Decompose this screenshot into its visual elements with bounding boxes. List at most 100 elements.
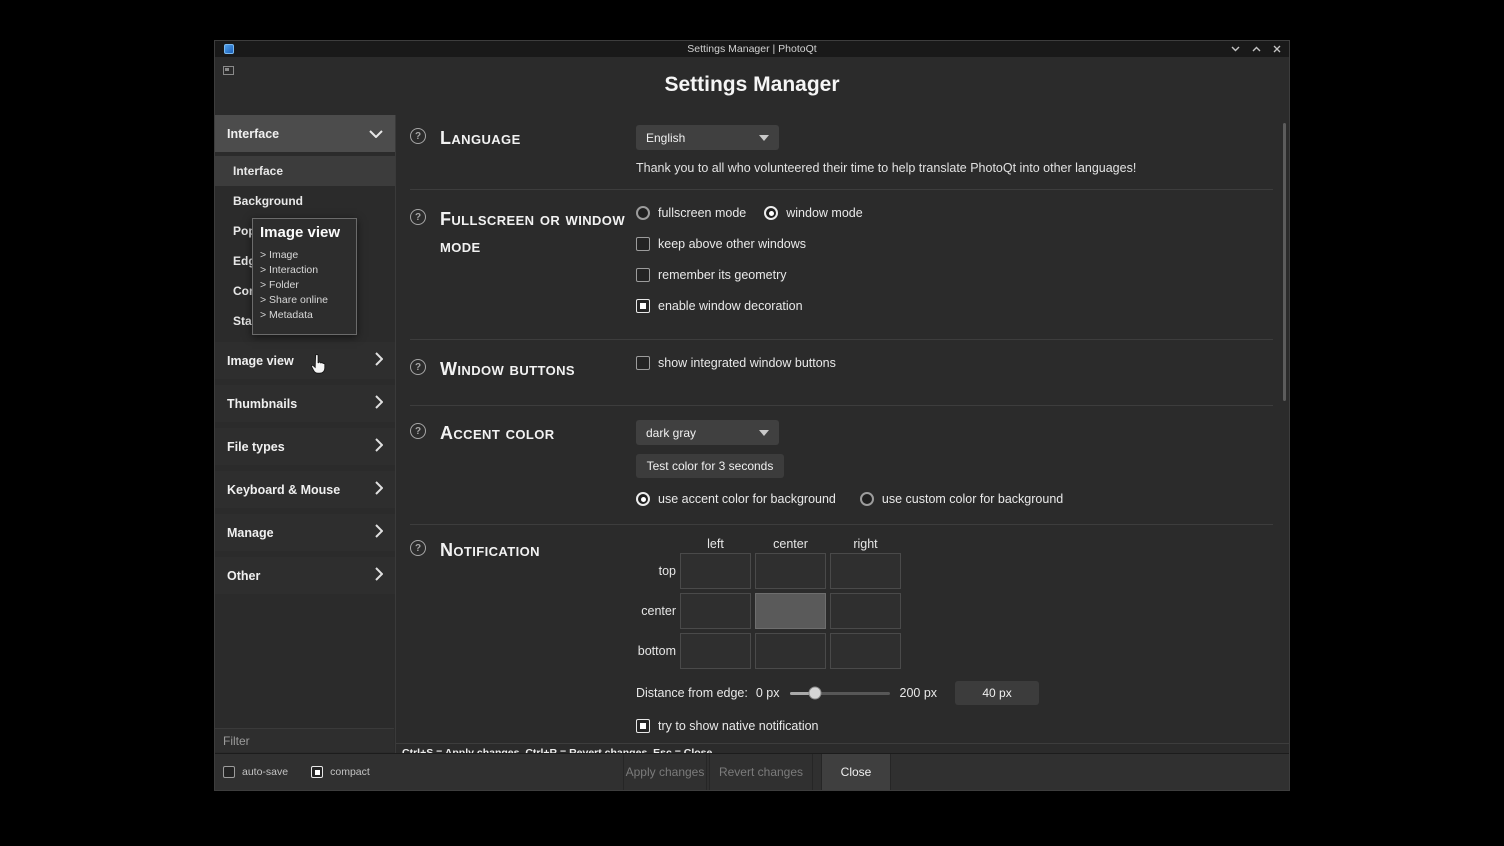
- notification-cell-center-center[interactable]: [755, 593, 826, 629]
- notification-cell-top-center[interactable]: [755, 553, 826, 589]
- scrollbar-thumb[interactable]: [1283, 123, 1286, 401]
- checkbox-icon: [636, 268, 650, 282]
- checkbox-icon: [311, 766, 323, 778]
- desktop: Settings Manager | PhotoQt Settings Mana…: [0, 0, 1504, 846]
- checkbox-remember-geometry[interactable]: remember its geometry: [636, 268, 787, 282]
- category-label: Manage: [227, 526, 274, 540]
- section-fullscreen-mode: ? Fullscreen or window mode fullscreen m…: [410, 190, 1273, 339]
- tooltip-item: > Interaction: [260, 263, 349, 278]
- section-accent-color: ? Accent color dark gray Test color for …: [410, 406, 1273, 524]
- sidebar-category-interface[interactable]: Interface: [215, 115, 395, 152]
- tooltip-item: > Metadata: [260, 308, 349, 323]
- help-icon[interactable]: ?: [410, 209, 426, 225]
- radio-label: window mode: [786, 206, 862, 220]
- radio-label: use custom color for background: [882, 492, 1063, 506]
- titlebar[interactable]: Settings Manager | PhotoQt: [215, 41, 1289, 57]
- checkbox-window-decoration[interactable]: enable window decoration: [636, 299, 803, 313]
- section-language: ? Language English Thank you to all who …: [410, 115, 1273, 189]
- distance-slider[interactable]: [790, 692, 890, 695]
- category-label: Image view: [227, 354, 294, 368]
- grid-col-label-center: center: [755, 537, 826, 551]
- tooltip-title: Image view: [260, 224, 349, 241]
- checkbox-icon: [636, 719, 650, 733]
- language-dropdown-value: English: [646, 131, 685, 145]
- grid-row-label-top: top: [636, 564, 676, 578]
- grid-col-label-left: left: [680, 537, 751, 551]
- chevron-right-icon: [375, 395, 383, 412]
- help-icon[interactable]: ?: [410, 128, 426, 144]
- close-icon[interactable]: [1273, 45, 1281, 53]
- notification-cell-bottom-right[interactable]: [830, 633, 901, 669]
- maximize-icon[interactable]: [1252, 46, 1261, 52]
- image-view-tooltip: Image view > Image > Interaction > Folde…: [252, 218, 357, 335]
- translation-note: Thank you to all who volunteered their t…: [636, 161, 1273, 175]
- close-button[interactable]: Close: [821, 754, 891, 790]
- popout-icon[interactable]: [223, 66, 234, 75]
- notification-cell-center-left[interactable]: [680, 593, 751, 629]
- distance-min: 0 px: [756, 686, 780, 700]
- chevron-down-icon: [759, 135, 769, 141]
- radio-custom-background[interactable]: use custom color for background: [860, 492, 1063, 506]
- radio-window-mode[interactable]: window mode: [764, 206, 862, 220]
- sidebar-category-image-view[interactable]: Image view: [215, 342, 395, 379]
- category-label: Thumbnails: [227, 397, 297, 411]
- chevron-down-icon: [369, 127, 383, 141]
- checkbox-auto-save[interactable]: auto-save: [223, 766, 288, 778]
- notification-cell-center-right[interactable]: [830, 593, 901, 629]
- grid-col-label-right: right: [830, 537, 901, 551]
- notification-cell-top-left[interactable]: [680, 553, 751, 589]
- filter-input[interactable]: [215, 728, 394, 752]
- sidebar-category-file-types[interactable]: File types: [215, 428, 395, 465]
- checkbox-keep-above[interactable]: keep above other windows: [636, 237, 806, 251]
- sidebar-subitem-background[interactable]: Background: [215, 186, 395, 216]
- checkbox-label: show integrated window buttons: [658, 356, 836, 370]
- section-notification: ? Notification left center right: [410, 525, 1273, 743]
- notification-cell-bottom-center[interactable]: [755, 633, 826, 669]
- sidebar-category-manage[interactable]: Manage: [215, 514, 395, 551]
- revert-changes-button[interactable]: Revert changes: [709, 754, 813, 790]
- checkbox-label: remember its geometry: [658, 268, 787, 282]
- checkbox-icon: [636, 237, 650, 251]
- page-title: Settings Manager: [215, 57, 1289, 97]
- radio-fullscreen-mode[interactable]: fullscreen mode: [636, 206, 746, 220]
- help-icon[interactable]: ?: [410, 359, 426, 375]
- minimize-icon[interactable]: [1231, 46, 1240, 52]
- checkbox-compact[interactable]: compact: [311, 766, 370, 778]
- section-heading: Accent color: [440, 420, 636, 447]
- test-color-button[interactable]: Test color for 3 seconds: [636, 454, 784, 478]
- section-heading: Window buttons: [440, 356, 636, 383]
- sidebar-category-thumbnails[interactable]: Thumbnails: [215, 385, 395, 422]
- content: ? Language English Thank you to all who …: [396, 115, 1289, 753]
- chevron-down-icon: [759, 430, 769, 436]
- distance-value-box[interactable]: 40 px: [955, 681, 1039, 705]
- distance-label: Distance from edge:: [636, 686, 748, 700]
- checkbox-integrated-window-buttons[interactable]: show integrated window buttons: [636, 356, 836, 370]
- notification-cell-top-right[interactable]: [830, 553, 901, 589]
- category-label: Keyboard & Mouse: [227, 483, 340, 497]
- sidebar-subitem-interface[interactable]: Interface: [215, 156, 395, 186]
- sidebar-category-keyboard-mouse[interactable]: Keyboard & Mouse: [215, 471, 395, 508]
- sidebar-category-other[interactable]: Other: [215, 557, 395, 594]
- accent-color-dropdown[interactable]: dark gray: [636, 420, 779, 445]
- category-label: File types: [227, 440, 285, 454]
- header: Settings Manager: [215, 57, 1289, 115]
- grid-row-label-center: center: [636, 604, 676, 618]
- language-dropdown[interactable]: English: [636, 125, 779, 150]
- bottom-bar: auto-save compact Apply changes Revert c…: [215, 753, 1289, 790]
- chevron-right-icon: [375, 352, 383, 369]
- radio-accent-background[interactable]: use accent color for background: [636, 492, 836, 506]
- notification-cell-bottom-left[interactable]: [680, 633, 751, 669]
- section-heading: Language: [440, 125, 636, 152]
- section-heading: Notification: [440, 537, 636, 564]
- slider-handle[interactable]: [808, 687, 821, 700]
- notification-position-grid: left center right top: [636, 537, 1273, 669]
- help-icon[interactable]: ?: [410, 423, 426, 439]
- checkbox-label: enable window decoration: [658, 299, 803, 313]
- section-heading: Fullscreen or window mode: [440, 206, 636, 260]
- grid-row-label-bottom: bottom: [636, 644, 676, 658]
- radio-icon: [636, 206, 650, 220]
- checkbox-native-notification[interactable]: try to show native notification: [636, 719, 1273, 733]
- help-icon[interactable]: ?: [410, 540, 426, 556]
- apply-changes-button[interactable]: Apply changes: [623, 754, 707, 790]
- checkbox-icon: [636, 299, 650, 313]
